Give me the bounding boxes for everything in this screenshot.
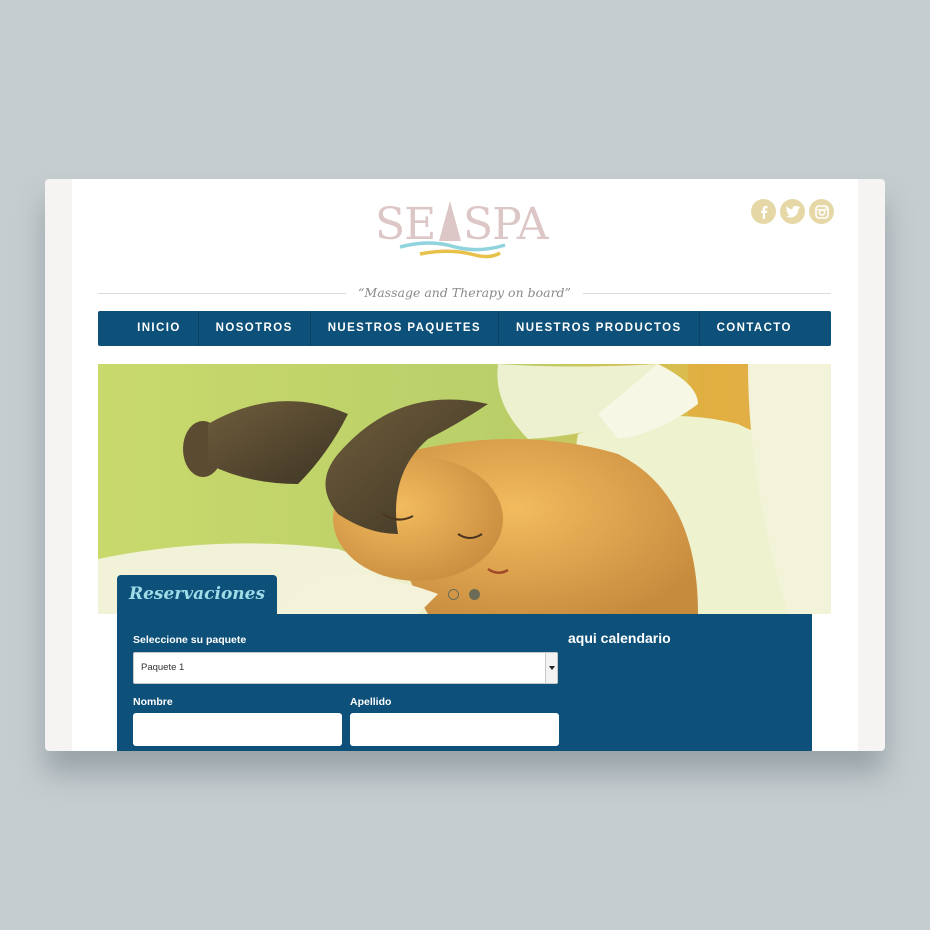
svg-text:SPA: SPA [463,199,550,250]
reservations-panel: Seleccione su paquete Paquete 1 Nombre A… [117,614,812,751]
main-nav: INICIO NOSOTROS NUESTROS PAQUETES NUESTR… [98,311,831,346]
last-name-field[interactable] [350,713,559,746]
nav-item-contacto[interactable]: CONTACTO [698,311,809,346]
facebook-icon[interactable] [751,199,776,224]
slider-dot-1[interactable] [448,589,459,600]
last-name-label: Apellido [350,696,392,708]
slider-dots [448,589,480,600]
tagline-row: “Massage and Therapy on board” [98,283,831,303]
slider-dot-2[interactable] [469,589,480,600]
seaspa-logo[interactable]: SE SPA [375,195,555,265]
first-name-label: Nombre [133,696,173,708]
reservations-title: Reservaciones [128,584,266,604]
package-select[interactable]: Paquete 1 [133,652,558,684]
chevron-down-icon[interactable] [545,653,557,683]
calendar-placeholder: aqui calendario [568,630,671,646]
page-container: SE SPA “Massage and Therapy on board” IN… [72,179,858,751]
reservations-tab: Reservaciones [117,575,277,615]
nav-item-paquetes[interactable]: NUESTROS PAQUETES [309,311,498,346]
package-select-value: Paquete 1 [141,662,185,673]
nav-item-productos[interactable]: NUESTROS PRODUCTOS [498,311,699,346]
browser-window: SE SPA “Massage and Therapy on board” IN… [45,179,885,751]
tagline: “Massage and Therapy on board” [346,285,583,300]
first-name-field[interactable] [133,713,342,746]
nav-item-nosotros[interactable]: NOSOTROS [197,311,310,346]
instagram-icon[interactable] [809,199,834,224]
package-label: Seleccione su paquete [133,634,247,646]
social-links [751,199,834,224]
nav-item-inicio[interactable]: INICIO [120,311,198,346]
twitter-icon[interactable] [780,199,805,224]
